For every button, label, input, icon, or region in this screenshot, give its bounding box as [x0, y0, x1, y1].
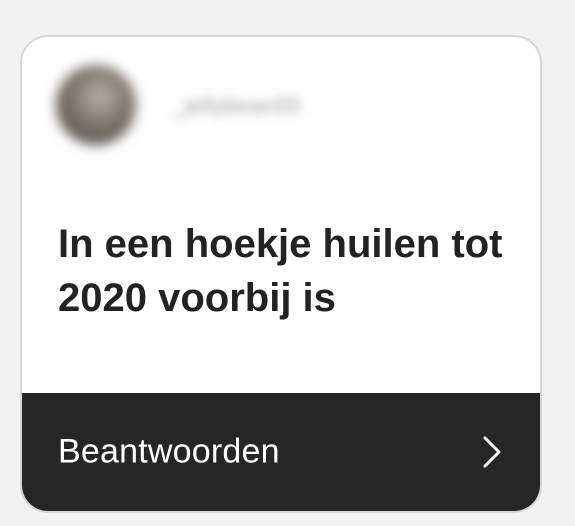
- reply-button[interactable]: Beantwoorden: [22, 393, 540, 511]
- card-header: _jellybean55: [22, 37, 540, 177]
- username: _jellybean55: [172, 93, 302, 118]
- reply-button-label: Beantwoorden: [58, 432, 280, 471]
- avatar: [56, 65, 136, 145]
- question-text: In een hoekje huilen tot 2020 voorbij is: [58, 222, 503, 320]
- chevron-right-icon: [483, 436, 501, 468]
- question-sticker-card: _jellybean55 In een hoekje huilen tot 20…: [20, 35, 542, 513]
